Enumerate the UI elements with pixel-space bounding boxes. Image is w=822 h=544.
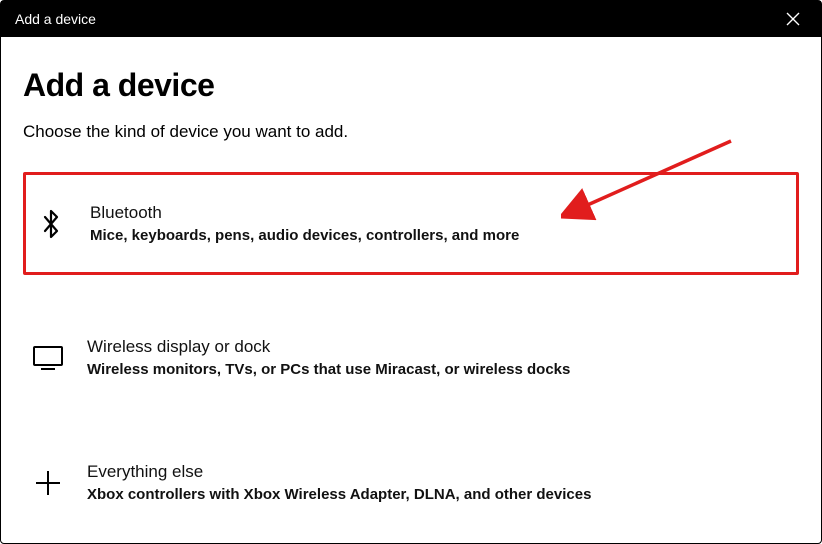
page-subtitle: Choose the kind of device you want to ad… [23, 122, 799, 142]
option-description: Mice, keyboards, pens, audio devices, co… [90, 227, 784, 244]
option-description: Wireless monitors, TVs, or PCs that use … [87, 361, 787, 378]
option-title: Wireless display or dock [87, 337, 787, 357]
close-button[interactable] [777, 3, 809, 35]
monitor-icon [31, 341, 65, 375]
content-area: Add a device Choose the kind of device y… [1, 37, 821, 525]
device-options-list: Bluetooth Mice, keyboards, pens, audio d… [23, 172, 799, 525]
option-wireless-display[interactable]: Wireless display or dock Wireless monito… [23, 315, 799, 400]
bluetooth-icon [34, 207, 68, 241]
option-bluetooth[interactable]: Bluetooth Mice, keyboards, pens, audio d… [23, 172, 799, 275]
titlebar: Add a device [1, 1, 821, 37]
page-title: Add a device [23, 67, 799, 104]
option-description: Xbox controllers with Xbox Wireless Adap… [87, 486, 787, 503]
option-title: Everything else [87, 462, 787, 482]
window-title: Add a device [15, 11, 96, 27]
option-text: Wireless display or dock Wireless monito… [87, 337, 787, 378]
plus-icon [31, 466, 65, 500]
option-text: Bluetooth Mice, keyboards, pens, audio d… [90, 203, 784, 244]
option-everything-else[interactable]: Everything else Xbox controllers with Xb… [23, 440, 799, 525]
option-title: Bluetooth [90, 203, 784, 223]
close-icon [786, 12, 800, 26]
option-text: Everything else Xbox controllers with Xb… [87, 462, 787, 503]
